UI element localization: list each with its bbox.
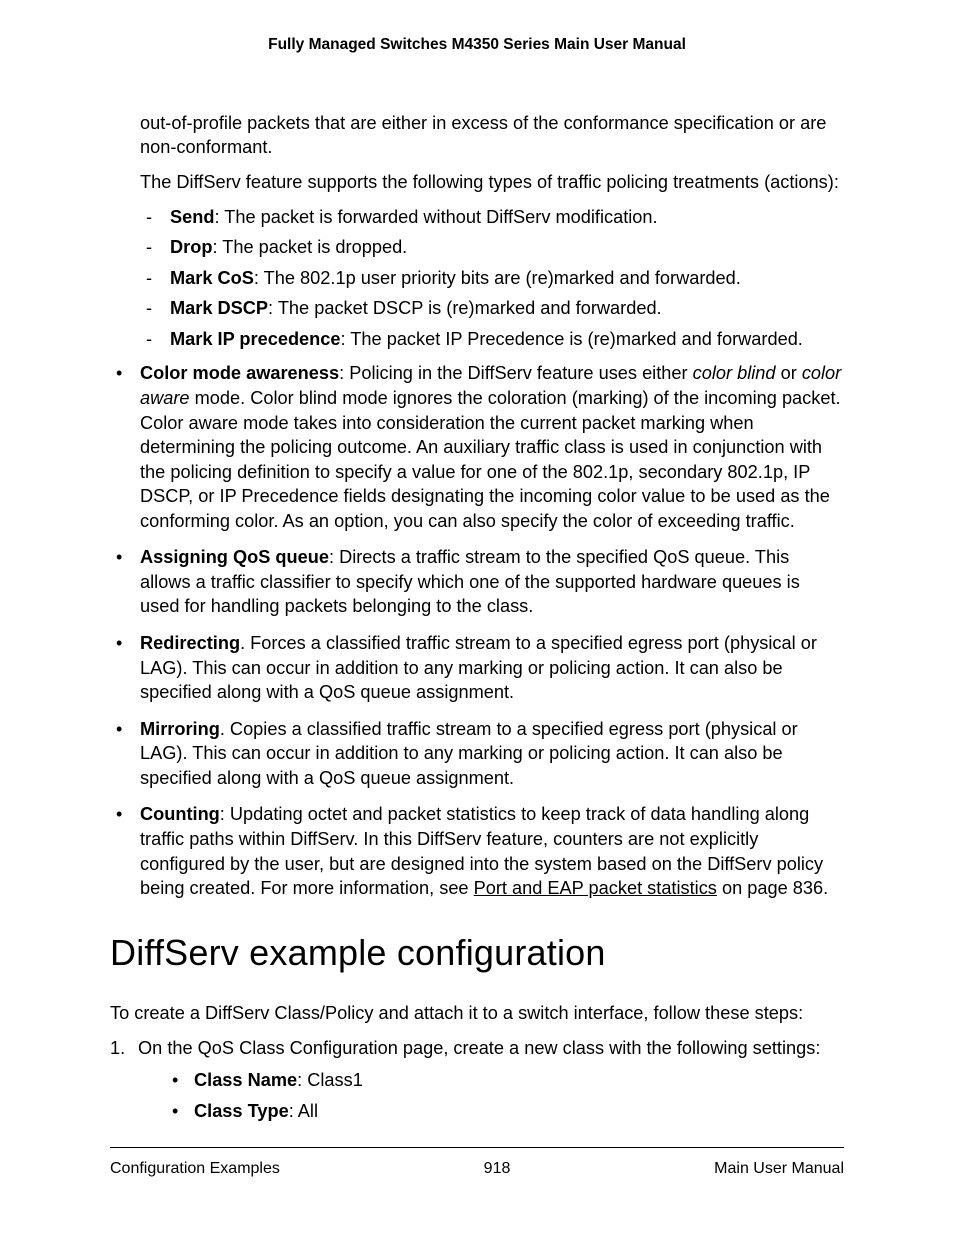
body-para: To create a DiffServ Class/Policy and at… bbox=[110, 1001, 844, 1026]
page: Fully Managed Switches M4350 Series Main… bbox=[0, 0, 954, 1235]
action-list: Send: The packet is forwarded without Di… bbox=[140, 205, 844, 352]
list-item: Class Type: All bbox=[166, 1099, 844, 1124]
body-para: out-of-profile packets that are either i… bbox=[140, 111, 844, 160]
feature-list: Color mode awareness: Policing in the Di… bbox=[110, 361, 844, 900]
list-item: Send: The packet is forwarded without Di… bbox=[140, 205, 844, 230]
list-item: Mirroring. Copies a classified traffic s… bbox=[110, 717, 844, 791]
desc: : All bbox=[289, 1101, 318, 1121]
list-item: Drop: The packet is dropped. bbox=[140, 235, 844, 260]
page-footer: Configuration Examples 918 Main User Man… bbox=[110, 1147, 844, 1180]
text: on page 836. bbox=[717, 878, 828, 898]
section-heading: DiffServ example configuration bbox=[110, 929, 844, 978]
term: Redirecting bbox=[140, 633, 240, 653]
term: Color mode awareness bbox=[140, 363, 339, 383]
footer-row: Configuration Examples 918 Main User Man… bbox=[110, 1158, 844, 1180]
list-item: Mark CoS: The 802.1p user priority bits … bbox=[140, 266, 844, 291]
desc: : The packet is forwarded without DiffSe… bbox=[214, 207, 657, 227]
italic-text: color blind bbox=[693, 363, 776, 383]
list-item: Class Name: Class1 bbox=[166, 1068, 844, 1093]
desc: : The packet IP Precedence is (re)marked… bbox=[341, 329, 803, 349]
text: . Copies a classified traffic stream to … bbox=[140, 719, 798, 788]
list-item: Counting: Updating octet and packet stat… bbox=[110, 802, 844, 900]
text: . Forces a classified traffic stream to … bbox=[140, 633, 817, 702]
list-item: Color mode awareness: Policing in the Di… bbox=[110, 361, 844, 533]
step-sublist: Class Name: Class1 Class Type: All bbox=[166, 1068, 844, 1123]
list-item: Mark DSCP: The packet DSCP is (re)marked… bbox=[140, 296, 844, 321]
footer-left: Configuration Examples bbox=[110, 1158, 280, 1180]
desc: : The 802.1p user priority bits are (re)… bbox=[254, 268, 741, 288]
step-text: On the QoS Class Configuration page, cre… bbox=[138, 1038, 820, 1058]
text: : Policing in the DiffServ feature uses … bbox=[339, 363, 693, 383]
page-number: 918 bbox=[484, 1158, 511, 1180]
term: Class Name bbox=[194, 1070, 297, 1090]
doc-header: Fully Managed Switches M4350 Series Main… bbox=[110, 35, 844, 56]
term: Assigning QoS queue bbox=[140, 547, 329, 567]
steps-list: On the QoS Class Configuration page, cre… bbox=[110, 1036, 844, 1124]
term: Drop bbox=[170, 237, 212, 257]
text: mode. Color blind mode ignores the color… bbox=[140, 388, 841, 531]
text: or bbox=[776, 363, 802, 383]
desc: : The packet is dropped. bbox=[212, 237, 407, 257]
term: Mark IP precedence bbox=[170, 329, 341, 349]
list-item: Assigning QoS queue: Directs a traffic s… bbox=[110, 545, 844, 619]
term: Mark CoS bbox=[170, 268, 254, 288]
term: Class Type bbox=[194, 1101, 289, 1121]
desc: : Class1 bbox=[297, 1070, 363, 1090]
cross-reference-link[interactable]: Port and EAP packet statistics bbox=[474, 878, 717, 898]
desc: : The packet DSCP is (re)marked and forw… bbox=[268, 298, 662, 318]
term: Mirroring bbox=[140, 719, 220, 739]
list-item: Mark IP precedence: The packet IP Preced… bbox=[140, 327, 844, 352]
footer-right: Main User Manual bbox=[714, 1158, 844, 1180]
footer-rule bbox=[110, 1147, 844, 1148]
list-item: Redirecting. Forces a classified traffic… bbox=[110, 631, 844, 705]
step-item: On the QoS Class Configuration page, cre… bbox=[110, 1036, 844, 1124]
body-para: The DiffServ feature supports the follow… bbox=[140, 170, 844, 195]
term: Send bbox=[170, 207, 214, 227]
term: Mark DSCP bbox=[170, 298, 268, 318]
term: Counting bbox=[140, 804, 220, 824]
